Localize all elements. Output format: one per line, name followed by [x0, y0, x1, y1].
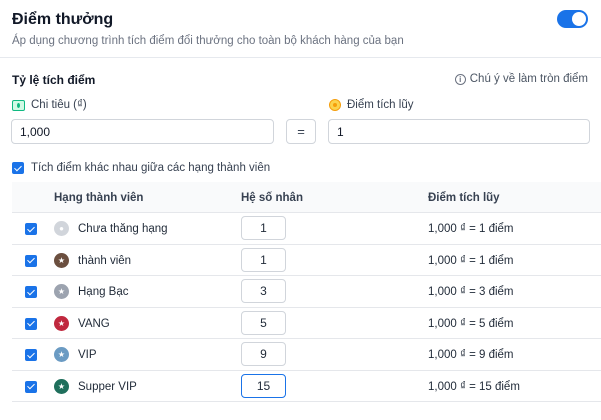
table-header: Hạng thành viên Hệ số nhân Điểm tích lũy [12, 182, 601, 213]
col-header-multiplier: Hệ số nhân [241, 192, 303, 204]
multiplier-input[interactable]: 5 [241, 310, 286, 335]
spend-input[interactable]: 1,000 [11, 119, 274, 144]
points-formula: 1,000 ₫ = 1 điểm [428, 254, 514, 267]
table-row: ★ Supper VIP 15 1,000 ₫ = 15 điểm [12, 371, 601, 402]
page-title: Điểm thưởng [12, 11, 114, 28]
points-label: Điểm tích lũy [329, 99, 413, 111]
reward-enable-toggle[interactable] [557, 10, 588, 28]
table-row: ★ VIP 9 1,000 ₫ = 9 điểm [12, 339, 601, 371]
info-icon: i [454, 73, 466, 85]
row-checkbox[interactable] [25, 380, 37, 393]
multiplier-input[interactable]: 15 [241, 373, 286, 398]
star-icon: ★ [54, 347, 69, 362]
star-icon: ★ [54, 315, 69, 331]
spend-label-text: Chi tiêu (₫) [31, 99, 87, 111]
points-formula: 1,000 ₫ = 1 điểm [428, 223, 514, 235]
star-icon: ★ [54, 252, 69, 268]
coin-icon [329, 99, 341, 111]
points-formula: 1,000 ₫ = 3 điểm [428, 286, 514, 298]
user-icon: ● [54, 221, 69, 236]
points-input[interactable]: 1 [328, 119, 590, 144]
points-label-text: Điểm tích lũy [347, 99, 414, 111]
multiplier-input[interactable]: 1 [241, 216, 286, 240]
rounding-note-link[interactable]: i Chú ý về làm tròn điểm [454, 73, 588, 85]
col-header-points: Điểm tích lũy [428, 192, 500, 204]
tier-points-checkbox[interactable] [12, 162, 24, 174]
reward-header: Điểm thưởng Áp dụng chương trình tích đi… [0, 0, 601, 58]
page-subtitle: Áp dụng chương trình tích điểm đổi thưởn… [12, 35, 404, 47]
points-formula: 1,000 ₫ = 15 điểm [428, 380, 520, 393]
points-formula: 1,000 ₫ = 5 điểm [428, 317, 514, 330]
tier-name: Supper VIP [78, 380, 137, 393]
tier-name: VANG [78, 317, 110, 330]
row-checkbox[interactable] [25, 317, 37, 330]
multiplier-input[interactable]: 3 [241, 279, 286, 303]
row-checkbox[interactable] [25, 223, 37, 235]
tier-points-label: Tích điểm khác nhau giữa các hạng thành … [31, 162, 271, 174]
tier-name: thành viên [78, 254, 132, 267]
table-row: ● Chưa thăng hạng 1 1,000 ₫ = 1 điểm [12, 213, 601, 245]
tier-name: Chưa thăng hạng [78, 223, 168, 235]
money-icon [12, 99, 25, 111]
table-row: ★ thành viên 1 1,000 ₫ = 1 điểm [12, 245, 601, 276]
star-icon: ★ [54, 378, 69, 394]
rate-section-title: Tỷ lệ tích điểm [12, 73, 96, 87]
spend-label: Chi tiêu (₫) [12, 99, 87, 111]
tier-name: Hạng Bạc [78, 286, 129, 298]
row-checkbox[interactable] [25, 286, 37, 298]
tier-name: VIP [78, 349, 97, 361]
col-header-tier: Hạng thành viên [54, 192, 144, 204]
table-row: ★ VANG 5 1,000 ₫ = 5 điểm [12, 308, 601, 339]
star-icon: ★ [54, 284, 69, 299]
multiplier-input[interactable]: 1 [241, 247, 286, 272]
table-row: ★ Hạng Bạc 3 1,000 ₫ = 3 điểm [12, 276, 601, 308]
row-checkbox[interactable] [25, 254, 37, 267]
tier-points-option[interactable]: Tích điểm khác nhau giữa các hạng thành … [12, 162, 270, 174]
multiplier-input[interactable]: 9 [241, 342, 286, 366]
tier-table: Hạng thành viên Hệ số nhân Điểm tích lũy… [12, 182, 601, 402]
row-checkbox[interactable] [25, 349, 37, 361]
toggle-knob [572, 12, 586, 26]
points-formula: 1,000 ₫ = 9 điểm [428, 349, 514, 361]
equals-sign: = [286, 119, 316, 144]
rounding-note-label: Chú ý về làm tròn điểm [469, 73, 588, 85]
